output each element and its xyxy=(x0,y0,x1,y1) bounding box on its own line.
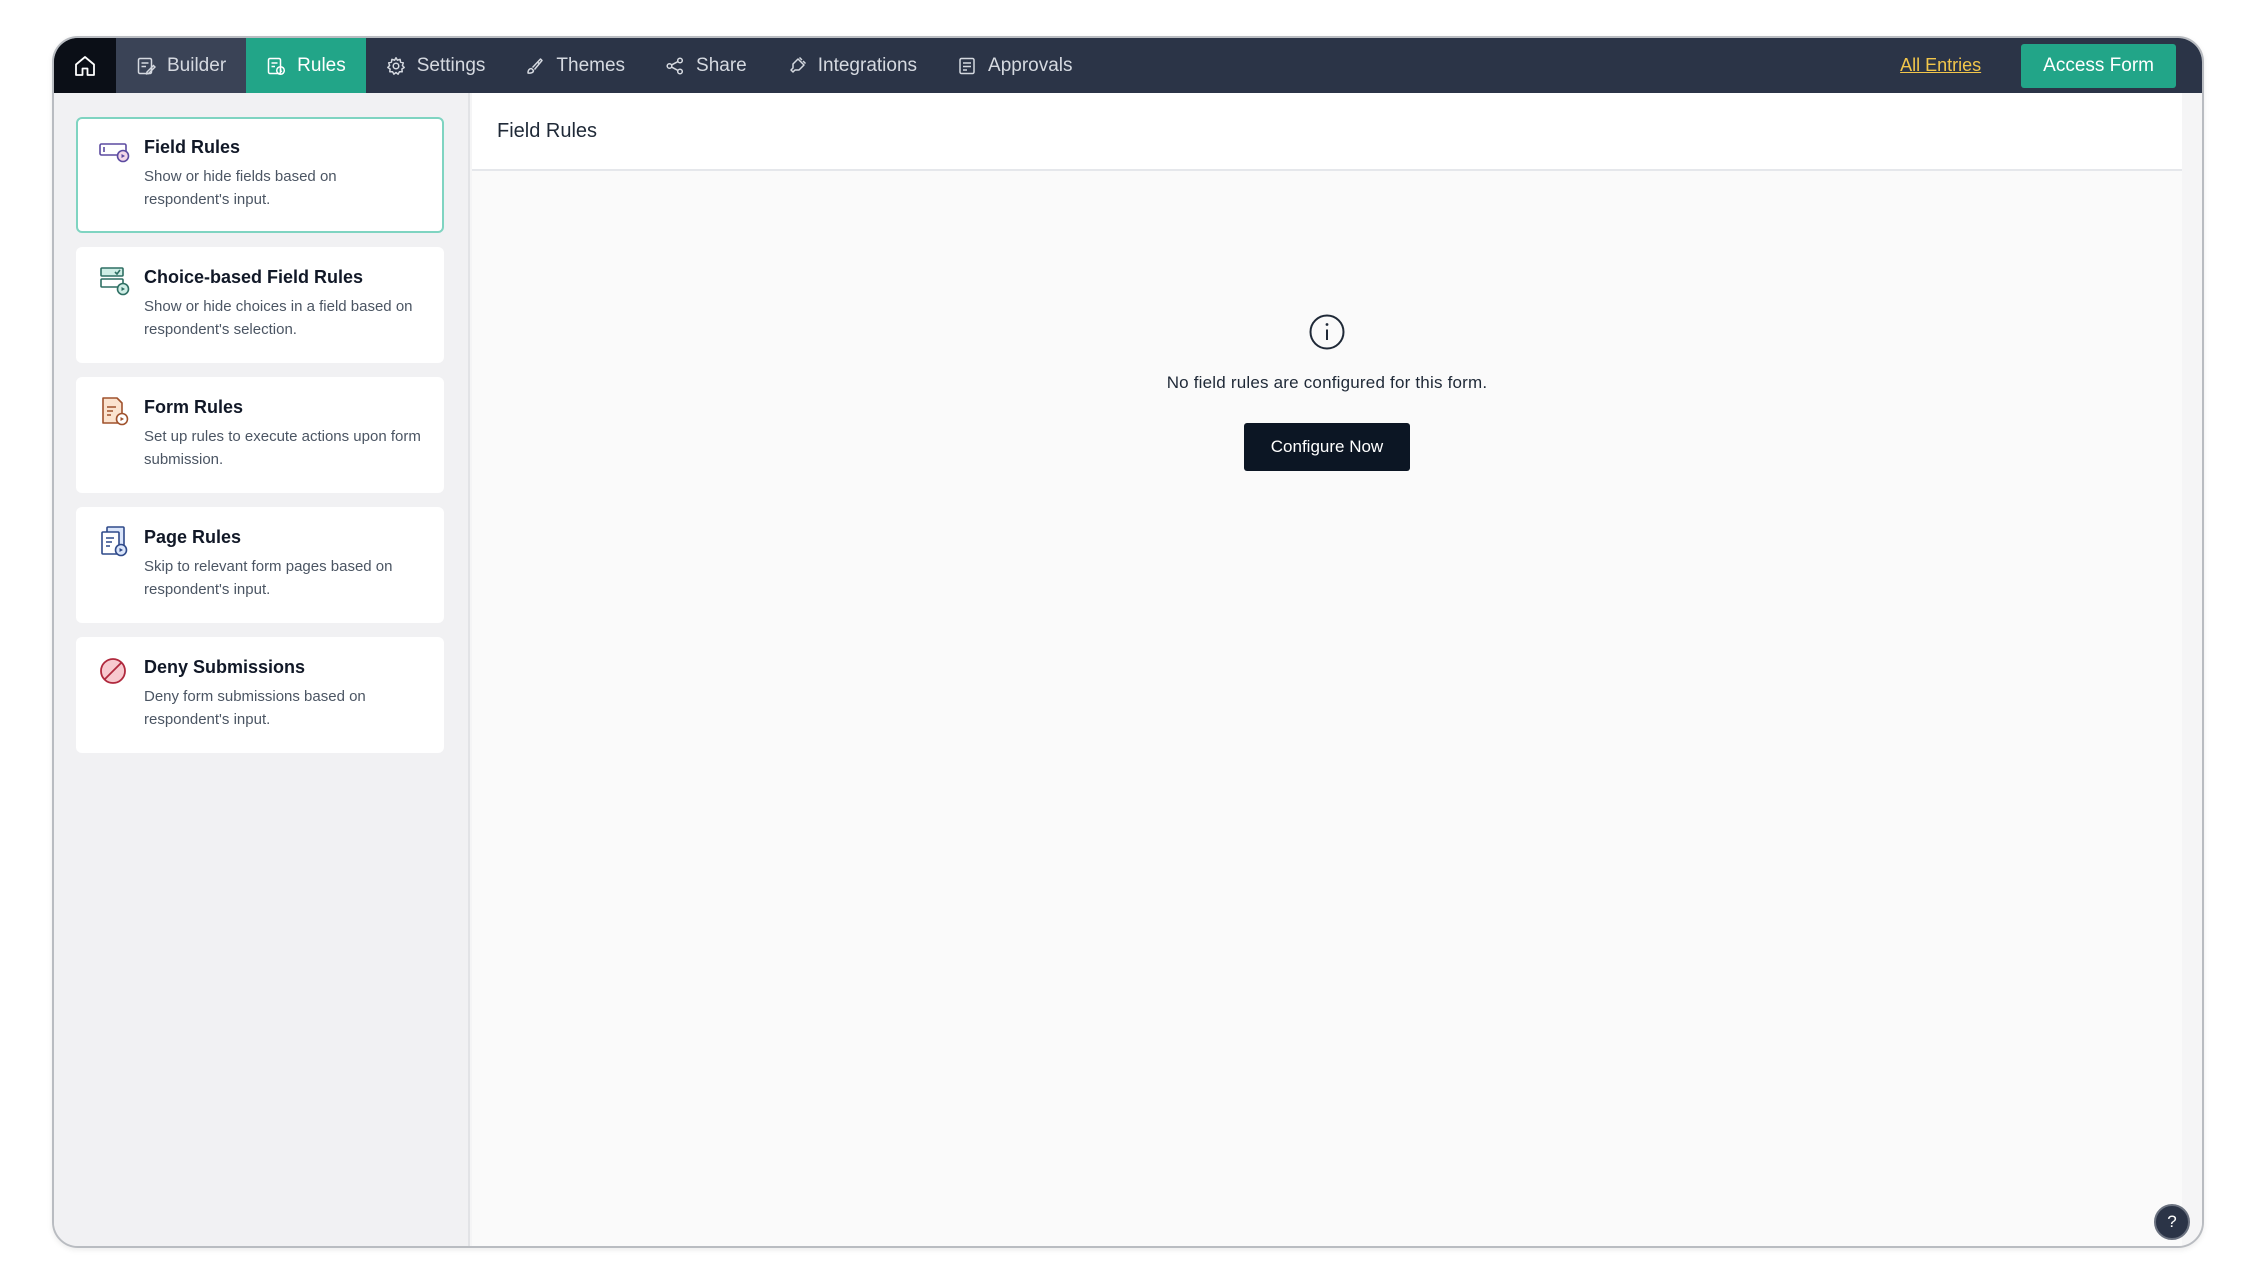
configure-now-button[interactable]: Configure Now xyxy=(1243,423,1411,471)
home-icon xyxy=(75,55,95,76)
empty-state: No field rules are configured for this f… xyxy=(472,313,2182,471)
rule-card-deny-submissions[interactable]: Deny Submissions Deny form submissions b… xyxy=(76,637,444,753)
nav-builder-label: Builder xyxy=(167,54,227,76)
choice-rules-icon xyxy=(100,267,130,296)
rule-card-form-rules[interactable]: Form Rules Set up rules to execute actio… xyxy=(76,377,444,493)
integrations-icon xyxy=(789,56,806,73)
nav-rules-label: Rules xyxy=(297,54,346,76)
top-navigation: Builder Rules Settings Themes Share Inte… xyxy=(54,38,2202,93)
rule-card-title: Field Rules xyxy=(144,137,241,157)
settings-icon xyxy=(386,56,405,75)
nav-settings-label: Settings xyxy=(416,54,486,76)
app-window: Builder Rules Settings Themes Share Inte… xyxy=(52,36,2204,1248)
info-icon xyxy=(1309,314,1345,350)
rule-card-description: Skip to relevant form pages based on res… xyxy=(144,558,393,598)
help-label: ? xyxy=(2167,1212,2177,1231)
form-rules-icon xyxy=(102,397,129,426)
access-form-button[interactable]: Access Form xyxy=(2021,43,2176,88)
rule-card-description: Show or hide choices in a field based on… xyxy=(144,298,413,338)
nav-builder[interactable]: Builder xyxy=(116,38,247,93)
nav-approvals[interactable]: Approvals xyxy=(937,38,1093,93)
nav-themes[interactable]: Themes xyxy=(505,38,645,93)
empty-message: No field rules are configured for this f… xyxy=(1166,373,1488,392)
all-entries-link[interactable]: All Entries xyxy=(1900,55,1981,76)
deny-icon xyxy=(100,658,126,684)
help-button[interactable]: ? xyxy=(2154,1204,2190,1240)
rule-card-title: Choice-based Field Rules xyxy=(144,267,364,287)
field-rules-icon xyxy=(99,143,130,163)
builder-icon xyxy=(137,57,156,75)
nav-integrations-label: Integrations xyxy=(817,54,918,76)
nav-integrations[interactable]: Integrations xyxy=(767,38,937,93)
rule-card-title: Deny Submissions xyxy=(144,657,306,677)
page-rules-icon xyxy=(101,526,128,557)
nav-share-label: Share xyxy=(696,54,747,76)
nav-settings[interactable]: Settings xyxy=(366,38,506,93)
nav-rules[interactable]: Rules xyxy=(246,38,366,93)
main-content: Field Rules No field rules are configure… xyxy=(472,93,2182,1246)
rules-icon xyxy=(267,57,286,75)
nav-approvals-label: Approvals xyxy=(988,54,1073,76)
main-header: Field Rules xyxy=(472,93,2182,171)
nav-share[interactable]: Share xyxy=(645,38,767,93)
rule-card-title: Page Rules xyxy=(144,527,242,547)
themes-icon xyxy=(527,57,544,74)
approvals-icon xyxy=(959,57,975,74)
rule-card-field-rules[interactable]: Field Rules Show or hide fields based on… xyxy=(76,117,444,233)
page-title: Field Rules xyxy=(497,119,598,142)
nav-themes-label: Themes xyxy=(556,54,626,76)
rule-card-choice-based-field-rules[interactable]: Choice-based Field Rules Show or hide ch… xyxy=(76,247,444,363)
scrollbar-track[interactable]: ? xyxy=(2154,93,2202,1246)
rule-card-description: Show or hide fields based on respondent'… xyxy=(144,168,337,208)
rule-card-title: Form Rules xyxy=(144,397,244,417)
share-icon xyxy=(666,56,684,75)
rules-sidebar: Field Rules Show or hide fields based on… xyxy=(54,93,470,1246)
rule-card-page-rules[interactable]: Page Rules Skip to relevant form pages b… xyxy=(76,507,444,623)
rule-card-description: Deny form submissions based on responden… xyxy=(144,688,366,728)
rule-card-description: Set up rules to execute actions upon for… xyxy=(144,428,421,468)
home-button[interactable] xyxy=(54,38,116,93)
